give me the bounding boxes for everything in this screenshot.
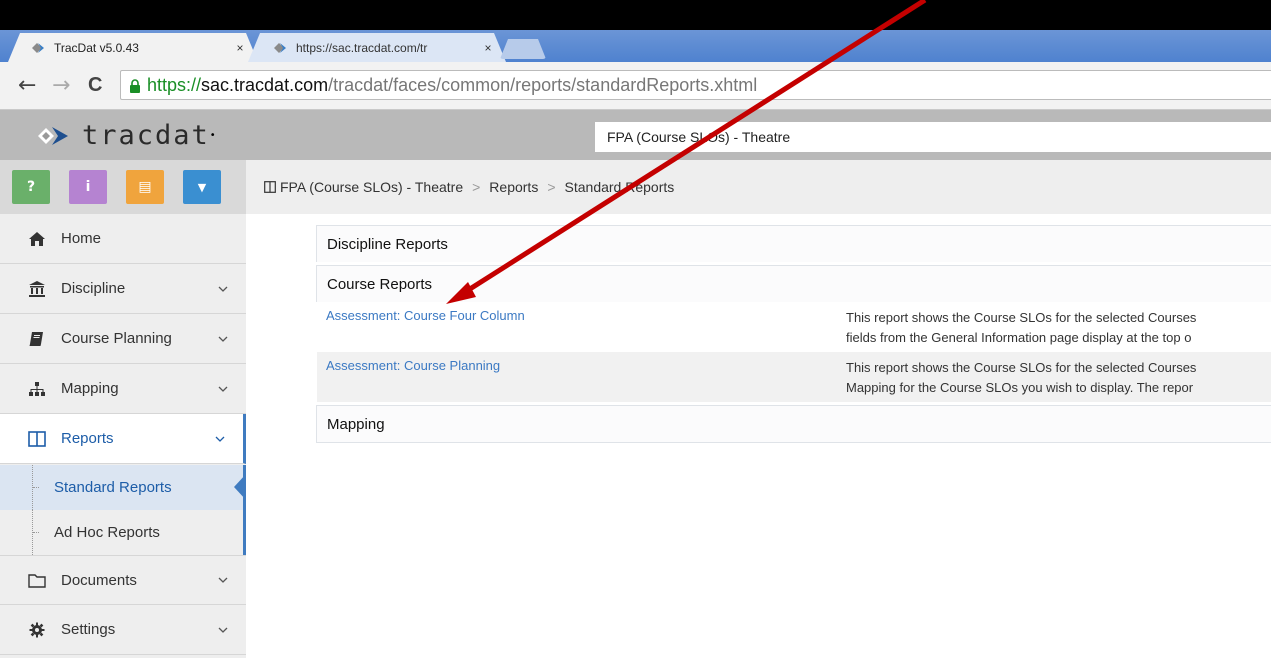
tree-connector	[32, 465, 40, 510]
tab-close-icon[interactable]: ×	[480, 41, 496, 55]
browser-tab-strip: TracDat v5.0.43 × https://sac.tracdat.co…	[0, 30, 1271, 62]
home-icon	[27, 231, 47, 247]
sidebar-item-label: Home	[61, 230, 102, 247]
mapping-panel[interactable]: Mapping	[316, 405, 1271, 443]
report-description-line: This report shows the Course SLOs for th…	[846, 310, 1197, 325]
tracdat-favicon-icon	[32, 42, 48, 54]
url-host: sac.tracdat.com	[201, 74, 329, 95]
sidebar-item-label: Mapping	[61, 380, 119, 397]
tracdat-favicon-icon	[274, 42, 290, 54]
sidebar-item-home[interactable]: Home	[0, 214, 246, 264]
sidebar-subitem-label: Ad Hoc Reports	[54, 524, 160, 541]
sidebar-item-mapping[interactable]: Mapping	[0, 364, 246, 414]
sidebar-item-discipline[interactable]: Discipline	[0, 264, 246, 314]
filter-icon: ▼	[197, 180, 207, 194]
chevron-down-icon	[218, 286, 228, 292]
new-tab-button[interactable]	[500, 39, 546, 59]
tracdat-logo[interactable]: tracdat •	[36, 120, 216, 151]
columns-icon	[264, 181, 276, 193]
chevron-down-icon	[218, 386, 228, 392]
panel-title: Mapping	[317, 406, 1271, 442]
browser-tab-tracdat[interactable]: TracDat v5.0.43 ×	[8, 33, 258, 62]
screen-top-bar	[0, 0, 1271, 30]
tab-title: TracDat v5.0.43	[54, 40, 139, 55]
sidebar-item-label: Discipline	[61, 280, 126, 297]
tree-connector	[32, 510, 40, 555]
logo-trademark: •	[209, 130, 216, 141]
tracdat-logo-mark-icon	[38, 126, 68, 145]
report-row: Assessment: Course Planning This report …	[317, 352, 1271, 402]
sidebar-item-label: Settings	[61, 621, 116, 638]
panel-title: Discipline Reports	[317, 226, 1271, 262]
lock-icon	[129, 78, 141, 93]
course-reports-panel[interactable]: Course Reports	[316, 265, 1271, 302]
sitemap-icon	[27, 381, 47, 397]
info-button[interactable]: i	[69, 170, 107, 204]
reload-icon[interactable]: C	[88, 74, 102, 97]
sidebar-item-course-planning[interactable]: Course Planning	[0, 314, 246, 364]
sidebar: ? i ▤ ▼ Home Discipline Course Planning	[0, 160, 246, 658]
report-link-course-four-column[interactable]: Assessment: Course Four Column	[326, 308, 525, 323]
quick-action-bar: ? i ▤ ▼	[0, 160, 246, 214]
notes-button[interactable]: ▤	[126, 170, 164, 204]
gear-icon	[27, 622, 47, 638]
sidebar-item-documents[interactable]: Documents	[0, 555, 246, 605]
sidebar-item-reports[interactable]: Reports	[0, 414, 246, 464]
active-pointer	[234, 474, 246, 500]
chevron-down-icon	[218, 627, 228, 633]
institution-icon	[27, 280, 47, 298]
report-link-course-planning[interactable]: Assessment: Course Planning	[326, 358, 500, 373]
breadcrumb-separator: >	[472, 179, 481, 195]
report-description-line: fields from the General Information page…	[846, 330, 1192, 345]
sidebar-item-label: Documents	[61, 571, 137, 589]
filter-button[interactable]: ▼	[183, 170, 221, 204]
forward-arrow-icon[interactable]: →	[52, 73, 70, 98]
folder-icon	[27, 572, 47, 588]
report-description-line: This report shows the Course SLOs for th…	[846, 360, 1197, 375]
browser-tab-second[interactable]: https://sac.tracdat.com/tr ×	[248, 33, 506, 62]
sidebar-subitem-ad-hoc-reports[interactable]: Ad Hoc Reports	[0, 510, 246, 555]
chevron-down-icon	[215, 436, 225, 442]
discipline-reports-panel[interactable]: Discipline Reports	[316, 225, 1271, 262]
sidebar-subitem-label: Standard Reports	[54, 479, 172, 496]
sidebar-item-settings[interactable]: Settings	[0, 605, 246, 655]
report-description: This report shows the Course SLOs for th…	[846, 308, 1271, 348]
sidebar-subitem-standard-reports[interactable]: Standard Reports	[0, 465, 246, 510]
chevron-down-icon	[218, 577, 228, 583]
info-icon: i	[85, 179, 91, 195]
url-path: /tracdat/faces/common/reports/standardRe…	[328, 74, 758, 95]
breadcrumb-item-reports[interactable]: Reports	[489, 179, 538, 195]
chevron-down-icon	[218, 336, 228, 342]
notes-icon: ▤	[138, 179, 152, 195]
app-header: tracdat • FPA (Course SLOs) - Theatre	[0, 110, 1271, 160]
back-arrow-icon[interactable]: ←	[18, 73, 36, 98]
sidebar-item-label: Reports	[61, 430, 114, 447]
sidebar-item-label: Course Planning	[61, 330, 172, 347]
breadcrumb-separator: >	[547, 179, 556, 195]
report-description-line: Mapping for the Course SLOs you wish to …	[846, 380, 1194, 395]
report-description: This report shows the Course SLOs for th…	[846, 358, 1271, 398]
context-select[interactable]: FPA (Course SLOs) - Theatre	[595, 122, 1271, 152]
breadcrumb: FPA (Course SLOs) - Theatre > Reports > …	[246, 160, 1271, 214]
columns-icon	[27, 430, 47, 447]
panel-title: Course Reports	[317, 266, 1271, 302]
tab-close-icon[interactable]: ×	[232, 41, 248, 55]
help-icon: ?	[26, 179, 36, 195]
browser-address-bar: ← → C https:// sac.tracdat.com /tracdat/…	[0, 62, 1271, 110]
book-icon	[27, 331, 47, 347]
url-input[interactable]: https:// sac.tracdat.com /tracdat/faces/…	[120, 70, 1271, 100]
breadcrumb-item-context[interactable]: FPA (Course SLOs) - Theatre	[280, 179, 463, 195]
url-scheme: https://	[147, 74, 202, 95]
tab-title: https://sac.tracdat.com/tr	[296, 40, 428, 55]
logo-text: tracdat	[82, 120, 210, 151]
help-button[interactable]: ?	[12, 170, 50, 204]
report-row: Assessment: Course Four Column This repo…	[317, 302, 1271, 352]
breadcrumb-item-standard-reports: Standard Reports	[564, 179, 675, 195]
